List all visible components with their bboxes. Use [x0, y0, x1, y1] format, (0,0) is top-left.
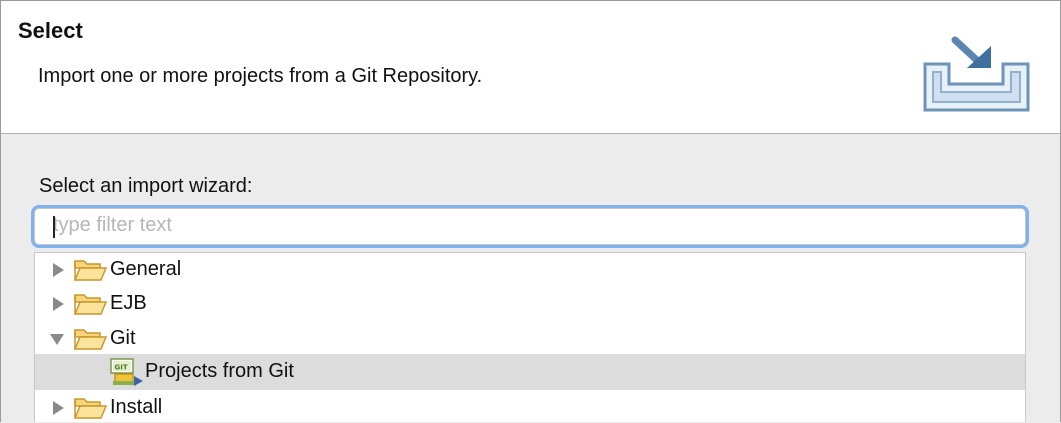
tree-item-general[interactable]: General [35, 253, 1025, 289]
collapse-arrow-icon[interactable] [50, 332, 64, 346]
filter-input[interactable] [35, 209, 1013, 242]
tree-item-label: General [110, 258, 182, 280]
svg-text:GIT: GIT [115, 364, 128, 372]
git-projects-icon: GIT [110, 358, 143, 386]
folder-icon [73, 398, 107, 419]
folder-icon [73, 329, 107, 350]
expand-arrow-icon[interactable] [51, 263, 65, 277]
folder-icon [73, 294, 107, 315]
tree-item-ejb[interactable]: EJB [35, 286, 1025, 322]
page-title: Select [18, 18, 83, 43]
tree-item-label: Projects from Git [145, 360, 294, 382]
page-description: Import one or more projects from a Git R… [38, 65, 483, 87]
import-wizard-banner-icon [923, 36, 1030, 112]
import-wizard-label: Select an import wizard: [39, 175, 253, 197]
expand-arrow-icon[interactable] [51, 297, 65, 311]
tree-item-projects-from-git[interactable]: GIT Projects from Git [35, 354, 1025, 390]
tree-item-git[interactable]: Git [35, 321, 1025, 357]
expand-arrow-icon[interactable] [51, 401, 65, 415]
tree-item-label: Install [110, 396, 163, 418]
wizard-header: Select Import one or more projects from … [1, 1, 1060, 134]
tree-item-install[interactable]: Install [35, 390, 1025, 422]
text-caret [53, 216, 55, 238]
import-wizard-dialog: Select Import one or more projects from … [0, 0, 1061, 422]
folder-icon [73, 260, 107, 281]
wizard-tree[interactable]: General EJB Git GIT Projects from Git In… [34, 252, 1026, 422]
tree-item-label: EJB [110, 292, 147, 314]
filter-field[interactable] [34, 208, 1026, 245]
tree-item-label: Git [110, 327, 136, 349]
